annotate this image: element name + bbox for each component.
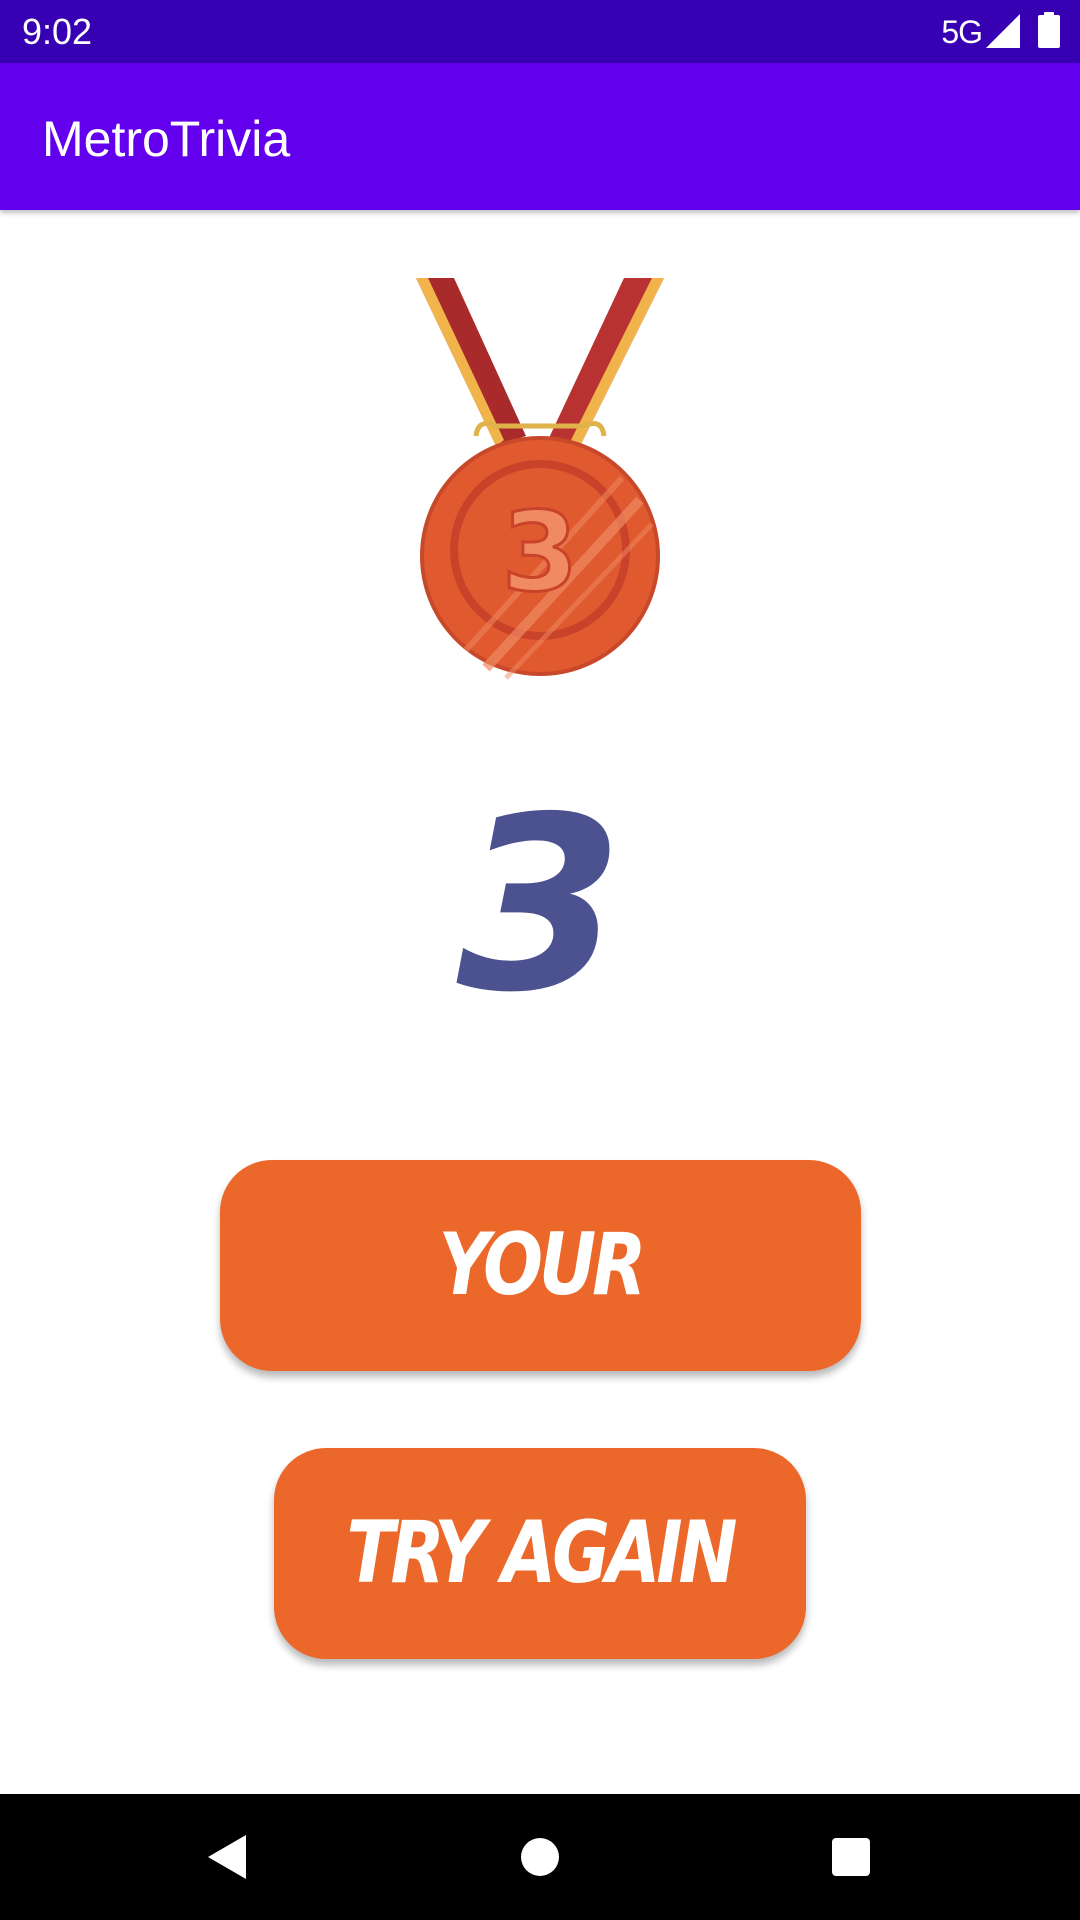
score-value: 3 [456, 765, 624, 1045]
try-again-label: TRY AGAIN [346, 1503, 738, 1603]
try-again-button[interactable]: TRY AGAIN [274, 1448, 806, 1659]
app-bar: MetroTrivia [0, 63, 1080, 210]
bronze-medal-icon: 3 [416, 278, 664, 680]
app-title: MetroTrivia [42, 111, 291, 167]
battery-icon [1038, 12, 1060, 48]
back-icon[interactable] [200, 1829, 256, 1885]
screen: 9:02 5G MetroTrivia 3 3 YOUR TRY AGAIN [0, 0, 1080, 1920]
medal-number: 3 [502, 488, 579, 616]
home-icon[interactable] [512, 1829, 568, 1885]
recents-icon[interactable] [823, 1829, 879, 1885]
signal-icon [986, 14, 1020, 48]
network-type: 5G [941, 14, 983, 50]
status-time: 9:02 [22, 11, 93, 52]
your-profile-button[interactable]: YOUR PROFILE [220, 1160, 861, 1526]
navigation-bar [0, 1794, 1080, 1920]
status-bar: 9:02 5G [0, 0, 1080, 63]
